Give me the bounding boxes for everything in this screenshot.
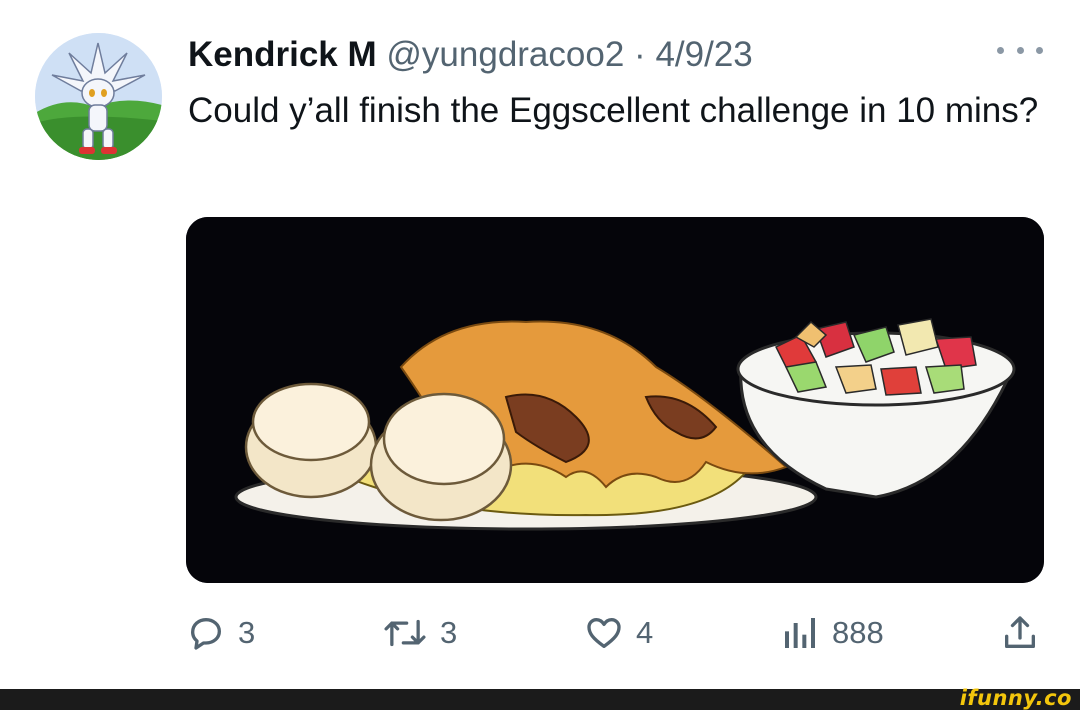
retweet-button[interactable]: 3 (382, 608, 457, 658)
views-icon (785, 618, 815, 648)
retweet-count: 3 (440, 615, 458, 650)
reply-icon (191, 618, 221, 650)
share-icon (1005, 616, 1035, 648)
header-separator: · (634, 35, 646, 74)
reply-count: 3 (238, 615, 256, 650)
action-bar: 3 3 4 888 (186, 608, 1046, 658)
breakfast-illustration (186, 217, 1044, 583)
tweet-date[interactable]: 4/9/23 (655, 35, 752, 74)
tweet-header: Kendrick M @yungdracoo2 · 4/9/23 (188, 30, 753, 80)
tweet-media-image[interactable] (186, 217, 1044, 583)
views-count: 888 (832, 615, 884, 650)
like-button[interactable]: 4 (584, 608, 653, 658)
ifunny-watermark: ifunny.co (959, 686, 1072, 710)
share-button[interactable] (1000, 608, 1040, 658)
user-handle[interactable]: @yungdracoo2 (386, 35, 624, 74)
views-button[interactable]: 888 (780, 608, 884, 658)
like-count: 4 (636, 615, 654, 650)
display-name[interactable]: Kendrick M (188, 35, 377, 74)
avatar[interactable] (35, 33, 162, 160)
watermark-bar: ifunny.co (0, 686, 1080, 710)
tweet-text: Could y’all finish the Eggscellent chall… (188, 91, 1039, 130)
more-horizontal-icon[interactable] (997, 38, 1043, 62)
like-icon (587, 618, 621, 648)
reply-button[interactable]: 3 (186, 608, 255, 658)
avatar-image (35, 33, 162, 160)
retweet-icon (384, 619, 426, 647)
